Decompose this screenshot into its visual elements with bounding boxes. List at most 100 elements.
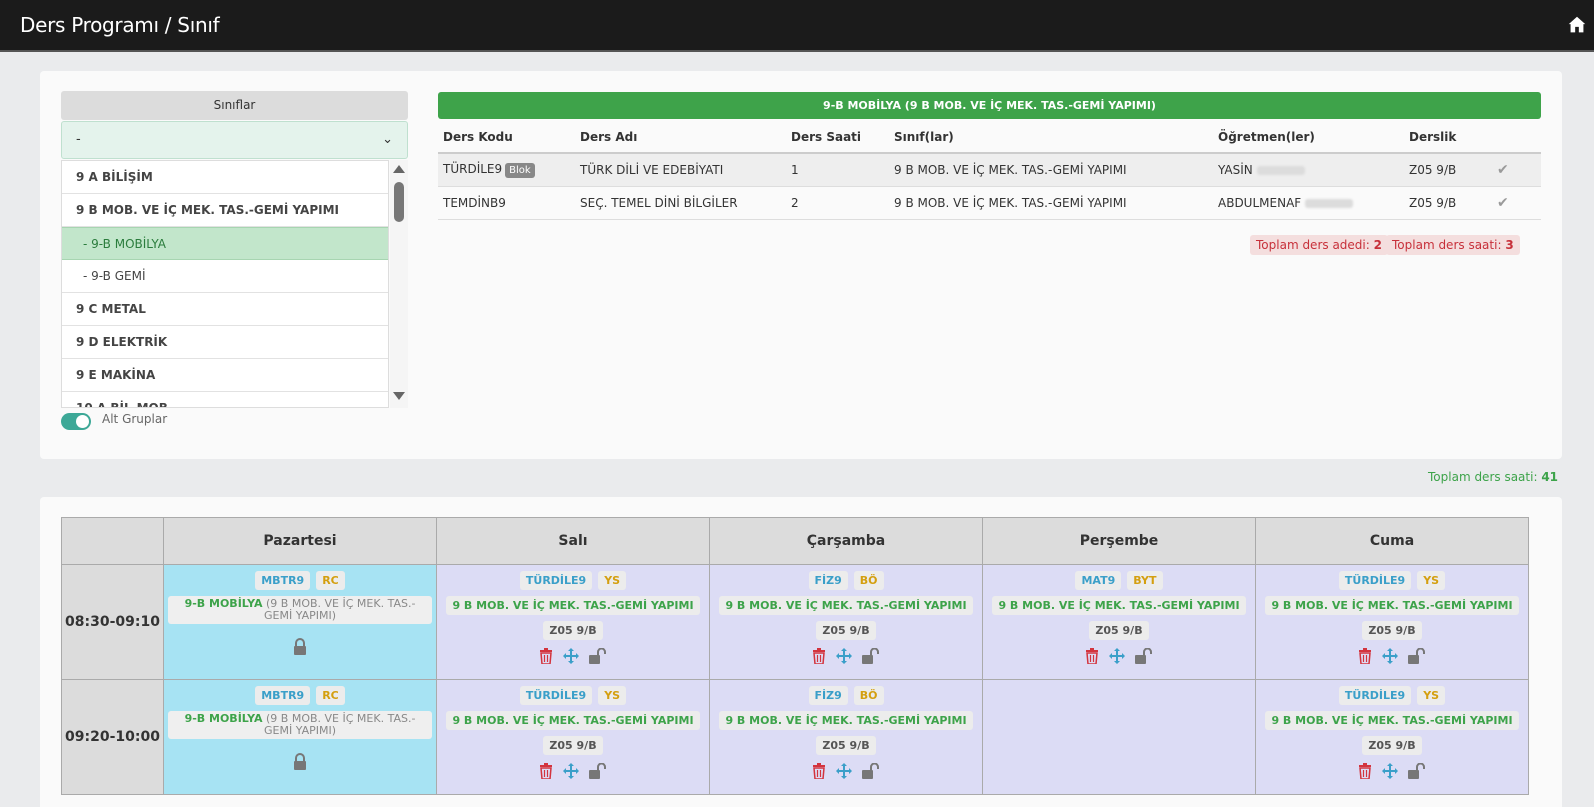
- trash-icon[interactable]: [1358, 763, 1372, 783]
- total-lesson-hours: Toplam ders saati: 3: [1386, 235, 1520, 255]
- lesson-class: 9 B MOB. VE İÇ MEK. TAS.-GEMİ YAPIMI: [446, 711, 700, 730]
- lesson-room: Z05 9/B: [816, 621, 876, 640]
- lesson-slot[interactable]: TÜRDİLE9 YS 9 B MOB. VE İÇ MEK. TAS.-GEMİ …: [436, 679, 710, 795]
- schedule-row: 09:20-10:00 MBTR9 RC 9-B MOBİLYA (9 B MOB. …: [61, 679, 1529, 795]
- move-icon[interactable]: [1382, 648, 1398, 668]
- unlock-icon[interactable]: [862, 647, 880, 668]
- class-list-item[interactable]: 9 E MAKİNA: [62, 359, 388, 392]
- course-row[interactable]: TEMDİNB9 SEÇ. TEMEL DİNİ BİLGİLER 2 9 B MOB…: [438, 186, 1541, 220]
- teacher-initials[interactable]: YS: [598, 686, 627, 705]
- selected-class-banner: 9-B MOBİLYA (9 B MOB. VE İÇ MEK. TAS.-GE…: [438, 92, 1541, 119]
- class-list[interactable]: 9 A BİLİŞİM 9 B MOB. VE İÇ MEK. TAS.-GEMİ…: [61, 160, 389, 408]
- slot-actions: [437, 647, 709, 668]
- check-icon[interactable]: ✔: [1497, 195, 1509, 211]
- class-select[interactable]: - ⌄: [61, 121, 408, 159]
- move-icon[interactable]: [836, 648, 852, 668]
- lesson-code[interactable]: TÜRDİLE9: [519, 571, 593, 590]
- course-teacher-cell: YASİN: [1213, 153, 1404, 187]
- class-list-item[interactable]: 9 D ELEKTRİK: [62, 326, 388, 359]
- trash-icon[interactable]: [812, 763, 826, 783]
- teacher-initials[interactable]: RC: [316, 686, 345, 705]
- class-list-scrollbar[interactable]: [390, 160, 408, 408]
- course-teacher: YASİN: [1218, 162, 1253, 177]
- lesson-class: 9 B MOB. VE İÇ MEK. TAS.-GEMİ YAPIMI: [719, 596, 973, 615]
- lesson-code[interactable]: TÜRDİLE9: [519, 686, 593, 705]
- teacher-initials[interactable]: RC: [316, 571, 345, 590]
- move-icon[interactable]: [1109, 648, 1125, 668]
- class-list-item[interactable]: 9 A BİLİŞİM: [62, 161, 388, 194]
- course-name: SEÇ. TEMEL DİNİ BİLGİLER: [575, 186, 786, 220]
- course-room: Z05 9/B: [1404, 153, 1492, 187]
- course-classes: 9 B MOB. VE İÇ MEK. TAS.-GEMİ YAPIMI: [889, 186, 1213, 220]
- redacted-surname: [1256, 165, 1305, 175]
- class-list-item[interactable]: - 9-B GEMİ: [62, 260, 388, 293]
- toggle-knob: [76, 415, 89, 428]
- lesson-slot[interactable]: MBTR9 RC 9-B MOBİLYA (9 B MOB. VE İÇ MEK. …: [163, 564, 437, 680]
- teacher-initials[interactable]: YS: [1417, 686, 1446, 705]
- lesson-code[interactable]: MBTR9: [255, 571, 311, 590]
- day-header: Cuma: [1255, 517, 1529, 565]
- lock-icon[interactable]: [292, 638, 308, 660]
- trash-icon[interactable]: [539, 763, 553, 783]
- teacher-initials[interactable]: BÖ: [853, 571, 884, 590]
- unlock-icon[interactable]: [1408, 762, 1426, 783]
- trash-icon[interactable]: [812, 648, 826, 668]
- lesson-slot[interactable]: MBTR9 RC 9-B MOBİLYA (9 B MOB. VE İÇ MEK. …: [163, 679, 437, 795]
- unlock-icon[interactable]: [589, 647, 607, 668]
- move-icon[interactable]: [563, 763, 579, 783]
- teacher-initials[interactable]: YS: [1417, 571, 1446, 590]
- lesson-room: Z05 9/B: [543, 621, 603, 640]
- subgroups-toggle[interactable]: [61, 413, 91, 430]
- move-icon[interactable]: [836, 763, 852, 783]
- lesson-code[interactable]: FİZ9: [808, 571, 848, 590]
- lesson-code[interactable]: TÜRDİLE9: [1338, 686, 1412, 705]
- trash-icon[interactable]: [1358, 648, 1372, 668]
- group-name: 9-B MOBİLYA: [184, 597, 263, 610]
- course-table: Ders Kodu Ders Adı Ders Saati Sınıf(lar) Öğr…: [438, 122, 1541, 220]
- course-classes: 9 B MOB. VE İÇ MEK. TAS.-GEMİ YAPIMI: [889, 153, 1213, 187]
- scroll-thumb[interactable]: [394, 182, 404, 222]
- trash-icon[interactable]: [1085, 648, 1099, 668]
- slot-actions: [1256, 647, 1528, 668]
- lesson-code[interactable]: MAT9: [1075, 571, 1122, 590]
- move-icon[interactable]: [563, 648, 579, 668]
- course-row[interactable]: TÜRDİLE9 Blok TÜRK DİLİ VE EDEBİYATI 1 9 B M…: [438, 153, 1541, 187]
- home-icon[interactable]: [1566, 14, 1588, 36]
- subgroups-toggle-label: Alt Gruplar: [102, 412, 168, 426]
- trash-icon[interactable]: [539, 648, 553, 668]
- move-icon[interactable]: [1382, 763, 1398, 783]
- course-name: TÜRK DİLİ VE EDEBİYATI: [575, 153, 786, 187]
- teacher-initials[interactable]: BÖ: [853, 686, 884, 705]
- unlock-icon[interactable]: [1408, 647, 1426, 668]
- unlock-icon[interactable]: [589, 762, 607, 783]
- course-select-cell[interactable]: ✔: [1492, 153, 1541, 187]
- lesson-slot[interactable]: TÜRDİLE9 YS 9 B MOB. VE İÇ MEK. TAS.-GEMİ …: [1255, 564, 1529, 680]
- slot-actions: [710, 647, 982, 668]
- lock-icon[interactable]: [292, 753, 308, 775]
- course-select-cell[interactable]: ✔: [1492, 186, 1541, 220]
- group-parent: (9 B MOB. VE İÇ MEK. TAS.-GEMİ YAPIMI): [264, 712, 416, 737]
- class-list-item[interactable]: 9 B MOB. VE İÇ MEK. TAS.-GEMİ YAPIMI: [62, 194, 388, 227]
- scroll-up-icon[interactable]: [393, 165, 405, 173]
- lesson-slot[interactable]: FİZ9 BÖ 9 B MOB. VE İÇ MEK. TAS.-GEMİ YAPI…: [709, 679, 983, 795]
- lesson-slot[interactable]: FİZ9 BÖ 9 B MOB. VE İÇ MEK. TAS.-GEMİ YAPI…: [709, 564, 983, 680]
- lesson-code[interactable]: FİZ9: [808, 686, 848, 705]
- lesson-slot[interactable]: TÜRDİLE9 YS 9 B MOB. VE İÇ MEK. TAS.-GEMİ …: [1255, 679, 1529, 795]
- teacher-initials[interactable]: BYT: [1127, 571, 1163, 590]
- lesson-slot[interactable]: TÜRDİLE9 YS 9 B MOB. VE İÇ MEK. TAS.-GEMİ …: [436, 564, 710, 680]
- schedule-corner: [61, 517, 164, 565]
- class-list-item[interactable]: 10 A BİL-MOB: [62, 392, 388, 407]
- scroll-down-icon[interactable]: [393, 392, 405, 400]
- lesson-slot[interactable]: MAT9 BYT 9 B MOB. VE İÇ MEK. TAS.-GEMİ YAP…: [982, 564, 1256, 680]
- unlock-icon[interactable]: [1135, 647, 1153, 668]
- lesson-class: 9 B MOB. VE İÇ MEK. TAS.-GEMİ YAPIMI: [719, 711, 973, 730]
- course-teacher: ABDULMENAF: [1218, 195, 1302, 210]
- class-list-item[interactable]: - 9-B MOBİLYA: [62, 227, 388, 260]
- teacher-initials[interactable]: YS: [598, 571, 627, 590]
- unlock-icon[interactable]: [862, 762, 880, 783]
- check-icon[interactable]: ✔: [1497, 162, 1509, 178]
- lesson-code[interactable]: TÜRDİLE9: [1338, 571, 1412, 590]
- lesson-code[interactable]: MBTR9: [255, 686, 311, 705]
- class-list-item[interactable]: 9 C METAL: [62, 293, 388, 326]
- empty-slot[interactable]: [982, 679, 1256, 795]
